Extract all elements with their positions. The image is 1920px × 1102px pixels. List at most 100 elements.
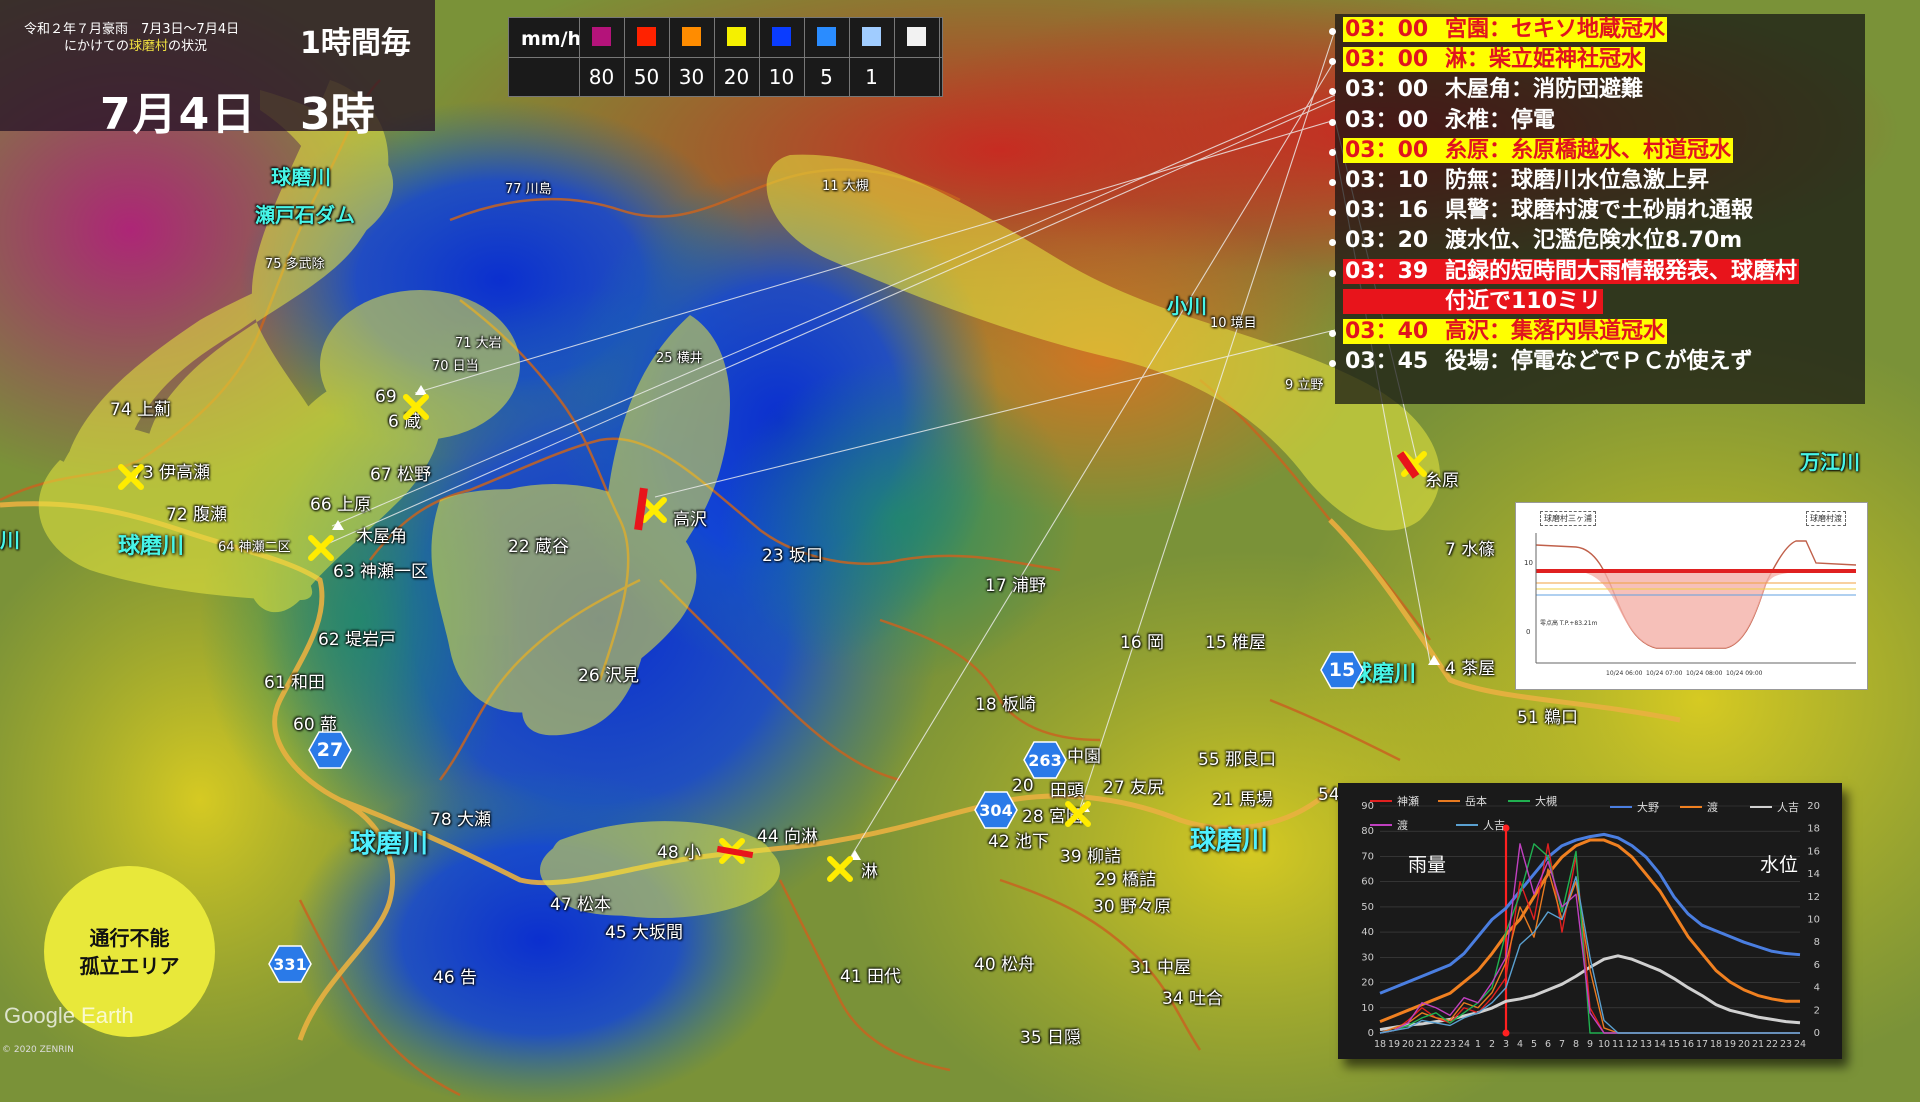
river-label: 球磨川 <box>271 165 331 189</box>
interval-label: 1時間毎 <box>300 26 411 61</box>
right-tick-label: 16 <box>1807 846 1820 857</box>
map-copyright: © 2020 ZENRIN <box>2 1045 74 1055</box>
place-label: 7 水篠 <box>1445 540 1496 560</box>
x-tick-label: 15 <box>1668 1039 1680 1050</box>
left-tick-label: 10 <box>1361 1003 1374 1014</box>
place-label: 22 蔵谷 <box>508 537 570 557</box>
event-time: 03：00 <box>1345 107 1429 133</box>
date-label: 7月4日 <box>100 89 258 140</box>
place-label: 10 境目 <box>1210 316 1257 331</box>
river-label: 川 <box>0 528 20 552</box>
event-time: 03：00 <box>1345 17 1429 42</box>
damage-x-mark-icon <box>403 394 429 420</box>
legend-value: 1 <box>865 65 878 89</box>
river-label: 瀬戸石ダム <box>255 203 355 227</box>
right-axis-label: 水位 <box>1760 854 1798 876</box>
profile-left-tag: 球磨村三ヶ浦 <box>1540 511 1596 526</box>
event-text: 渡水位、氾濫危険水位8.70m <box>1445 228 1743 254</box>
right-tick-label: 18 <box>1807 824 1820 835</box>
svg-text:10: 10 <box>1524 559 1533 567</box>
event-text: 県警：球磨村渡で土砂崩れ通報 <box>1445 198 1754 224</box>
svg-text:10/24 07:00: 10/24 07:00 <box>1646 670 1683 677</box>
route-number: 263 <box>1028 750 1062 770</box>
legend-label: 岳本 <box>1465 794 1487 808</box>
left-tick-label: 60 <box>1361 877 1374 888</box>
place-label: 4 茶屋 <box>1445 659 1496 679</box>
place-label: 23 坂口 <box>762 546 824 566</box>
place-label: 69 <box>375 387 397 407</box>
svg-text:10/24 08:00: 10/24 08:00 <box>1686 670 1723 677</box>
event-time: 03：00 <box>1345 77 1429 103</box>
place-label: 9 立野 <box>1285 378 1324 393</box>
left-tick-label: 80 <box>1361 826 1374 837</box>
profile-right-tag: 球磨村渡 <box>1806 511 1846 526</box>
legend-label: 神瀬 <box>1397 794 1419 808</box>
place-label: 39 柳詰 <box>1060 847 1122 867</box>
event-row: 03：16 県警：球磨村渡で土砂崩れ通報 <box>1343 197 1755 225</box>
place-label: 74 上薊 <box>110 400 172 420</box>
place-label: 63 神瀬一区 <box>333 562 429 582</box>
event-row: 03：20 渡水位、氾濫危険水位8.70m <box>1343 227 1744 255</box>
river-label: 球磨川 <box>118 534 185 559</box>
place-label: 35 日隠 <box>1020 1028 1082 1048</box>
event-time: 03：20 <box>1345 228 1429 254</box>
profile-note: 零点高 T.P.+83.21m <box>1540 619 1598 627</box>
x-tick-label: 22 <box>1430 1039 1442 1050</box>
rainfall-legend: mm/h 80 50 30 20 10 5 1 <box>508 17 943 97</box>
place-label: 34 吐合 <box>1162 989 1224 1009</box>
x-tick-label: 11 <box>1612 1039 1624 1050</box>
event-row: 03：00 淋：柴立姫神社冠水 <box>1343 46 1646 74</box>
river-label: 万江川 <box>1800 450 1860 474</box>
right-tick-label: 8 <box>1814 937 1820 948</box>
x-tick-label: 13 <box>1640 1039 1652 1050</box>
x-tick-label: 7 <box>1559 1039 1565 1050</box>
legend-swatch <box>727 27 746 46</box>
left-tick-label: 40 <box>1361 927 1374 938</box>
legend-swatch <box>817 27 836 46</box>
right-tick-label: 0 <box>1814 1028 1820 1039</box>
legend-value: 30 <box>678 65 705 89</box>
legend-swatch <box>862 27 881 46</box>
place-label: 15 椎屋 <box>1205 633 1267 653</box>
title-line2: にかけての球磨村の状況 <box>64 39 208 54</box>
place-label: 31 中屋 <box>1130 958 1192 978</box>
x-tick-label: 19 <box>1724 1039 1736 1050</box>
x-tick-label: 16 <box>1682 1039 1694 1050</box>
left-axis-label: 雨量 <box>1408 854 1446 876</box>
legend-label: 人吉 <box>1483 819 1505 832</box>
place-label: 17 浦野 <box>985 576 1047 596</box>
current-time-marker-bottom <box>1502 1029 1510 1037</box>
legend-value: 5 <box>820 65 833 89</box>
x-tick-label: 18 <box>1374 1039 1386 1050</box>
route-shield-icon: 27 <box>308 730 352 770</box>
right-tick-label: 14 <box>1807 869 1820 880</box>
river-label: 球磨川 <box>1190 826 1269 856</box>
title-line1: 令和２年７月豪雨 7月3日～7月4日 <box>24 22 240 37</box>
place-label: 41 田代 <box>840 967 902 987</box>
place-label: 51 鵜口 <box>1517 708 1579 728</box>
river-label: 小川 <box>1167 294 1207 318</box>
place-label: 21 馬場 <box>1212 790 1274 810</box>
legend-swatch <box>592 27 611 46</box>
place-label: 11 大槻 <box>822 179 869 194</box>
left-tick-label: 30 <box>1361 952 1374 963</box>
legend-swatch <box>772 27 791 46</box>
legend-label: 渡 <box>1707 800 1718 814</box>
x-tick-label: 4 <box>1517 1039 1523 1050</box>
place-label: 78 大瀬 <box>430 810 492 830</box>
x-tick-label: 21 <box>1752 1039 1764 1050</box>
x-tick-label: 6 <box>1545 1039 1551 1050</box>
event-row: 03：40 高沢：集落内県道冠水 <box>1343 318 1668 346</box>
event-time: 03：16 <box>1345 198 1429 224</box>
place-label: 55 那良口 <box>1198 750 1277 770</box>
place-label: 54 <box>1318 785 1340 805</box>
place-label: 30 野々原 <box>1093 897 1172 917</box>
event-text: 淋：柴立姫神社冠水 <box>1445 47 1644 73</box>
event-timeline-panel: 03：00 宮園：セキソ地蔵冠水 03：00 淋：柴立姫神社冠水 03：00 木屋角：消防… <box>1329 14 1865 404</box>
right-tick-label: 2 <box>1814 1005 1820 1016</box>
place-label: 25 横井 <box>656 351 703 366</box>
place-label: 47 松本 <box>550 895 612 915</box>
route-shield-icon: 331 <box>268 944 312 984</box>
place-label: 27 友尻 <box>1103 778 1165 798</box>
x-tick-label: 24 <box>1458 1039 1470 1050</box>
